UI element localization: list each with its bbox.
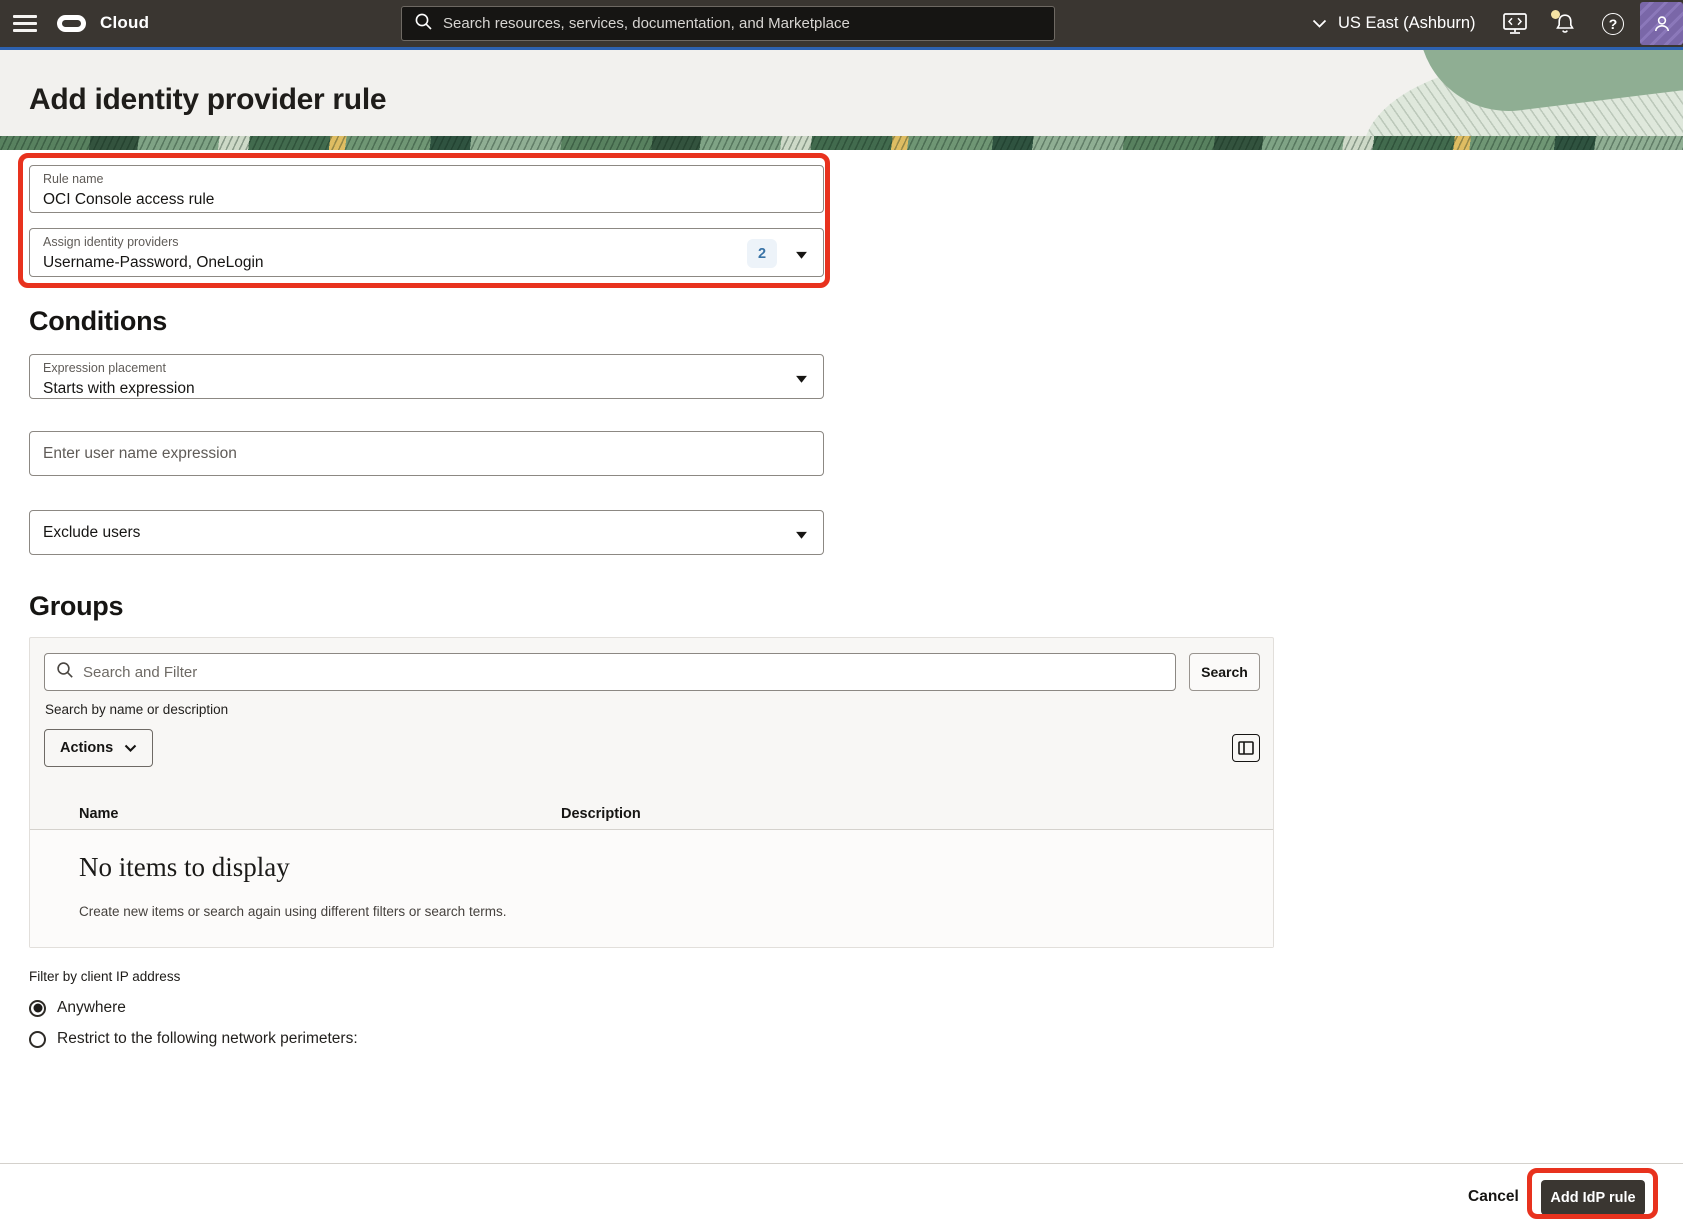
cloud-shell-icon[interactable] — [1499, 8, 1531, 40]
footer-divider — [0, 1163, 1683, 1164]
groups-search-bar[interactable] — [44, 653, 1176, 691]
cancel-button[interactable]: Cancel — [1458, 1178, 1529, 1216]
hamburger-menu-icon[interactable] — [12, 13, 38, 34]
expression-placement-value: Starts with expression — [43, 379, 195, 397]
actions-button-label: Actions — [60, 740, 114, 756]
username-expression-input[interactable] — [29, 431, 824, 476]
chevron-down-icon — [124, 744, 137, 752]
search-button[interactable]: Search — [1189, 653, 1260, 691]
conditions-heading: Conditions — [29, 306, 167, 336]
oracle-logo-icon[interactable] — [57, 15, 86, 32]
column-settings-button[interactable] — [1232, 734, 1260, 762]
page-header-banner: Add identity provider rule — [0, 50, 1683, 136]
exclude-users-label: Exclude users — [43, 523, 141, 541]
page-title: Add identity provider rule — [29, 83, 387, 116]
brand-label: Cloud — [100, 13, 150, 32]
radio-label: Restrict to the following network perime… — [57, 1030, 358, 1047]
radio-selected-icon[interactable] — [29, 999, 46, 1017]
expression-placement-label: Expression placement — [43, 361, 166, 375]
assign-idp-label: Assign identity providers — [43, 235, 179, 249]
actions-menu-button[interactable]: Actions — [44, 729, 154, 767]
radio-label: Anywhere — [57, 999, 126, 1016]
global-search-bar[interactable] — [401, 6, 1055, 41]
rule-name-value: OCI Console access rule — [43, 190, 215, 208]
groups-heading: Groups — [29, 591, 124, 621]
empty-state-title: No items to display — [79, 852, 290, 882]
groups-panel: Search Search by name or description Act… — [29, 637, 1274, 948]
column-header-description[interactable]: Description — [561, 806, 641, 822]
add-idp-rule-button[interactable]: Add IdP rule — [1541, 1180, 1645, 1215]
region-label: US East (Ashburn) — [1338, 14, 1476, 32]
selected-count-badge: 2 — [747, 239, 777, 268]
dropdown-caret-icon[interactable] — [796, 369, 807, 387]
assign-identity-providers-select[interactable]: Assign identity providers Username-Passw… — [29, 228, 824, 277]
exclude-users-dropdown[interactable]: Exclude users — [29, 510, 824, 555]
table-empty-state: No items to display Create new items or … — [30, 830, 1273, 947]
radio-option-restrict[interactable]: Restrict to the following network perime… — [29, 1030, 358, 1048]
oci-console-page: Cloud US East (Ashburn) ? — [0, 0, 1683, 1226]
search-icon — [56, 661, 74, 684]
rule-name-label: Rule name — [43, 172, 104, 186]
dropdown-caret-icon[interactable] — [796, 245, 807, 263]
table-columns-icon — [1238, 741, 1254, 755]
decorative-art-strip — [0, 136, 1683, 150]
notifications-bell-icon[interactable] — [1549, 8, 1581, 40]
empty-state-subtitle: Create new items or search again using d… — [79, 904, 507, 919]
global-search-input[interactable] — [443, 15, 1042, 32]
dropdown-caret-icon[interactable] — [796, 525, 807, 543]
chevron-down-icon — [1312, 14, 1327, 33]
expression-placement-select[interactable]: Expression placement Starts with express… — [29, 354, 824, 399]
assign-idp-value: Username-Password, OneLogin — [43, 253, 264, 271]
search-icon — [414, 12, 433, 36]
radio-unselected-icon[interactable] — [29, 1030, 46, 1048]
help-icon[interactable]: ? — [1597, 8, 1629, 40]
top-navigation-bar: Cloud US East (Ashburn) ? — [0, 0, 1683, 47]
column-header-name[interactable]: Name — [79, 806, 119, 822]
user-avatar[interactable] — [1640, 2, 1683, 45]
rule-name-field[interactable]: Rule name OCI Console access rule — [29, 165, 824, 213]
ip-filter-label: Filter by client IP address — [29, 969, 181, 984]
search-hint: Search by name or description — [45, 702, 229, 717]
region-selector[interactable]: US East (Ashburn) — [1312, 0, 1476, 47]
groups-search-input[interactable] — [83, 663, 1164, 681]
radio-option-anywhere[interactable]: Anywhere — [29, 999, 126, 1017]
notification-badge — [1551, 10, 1560, 19]
